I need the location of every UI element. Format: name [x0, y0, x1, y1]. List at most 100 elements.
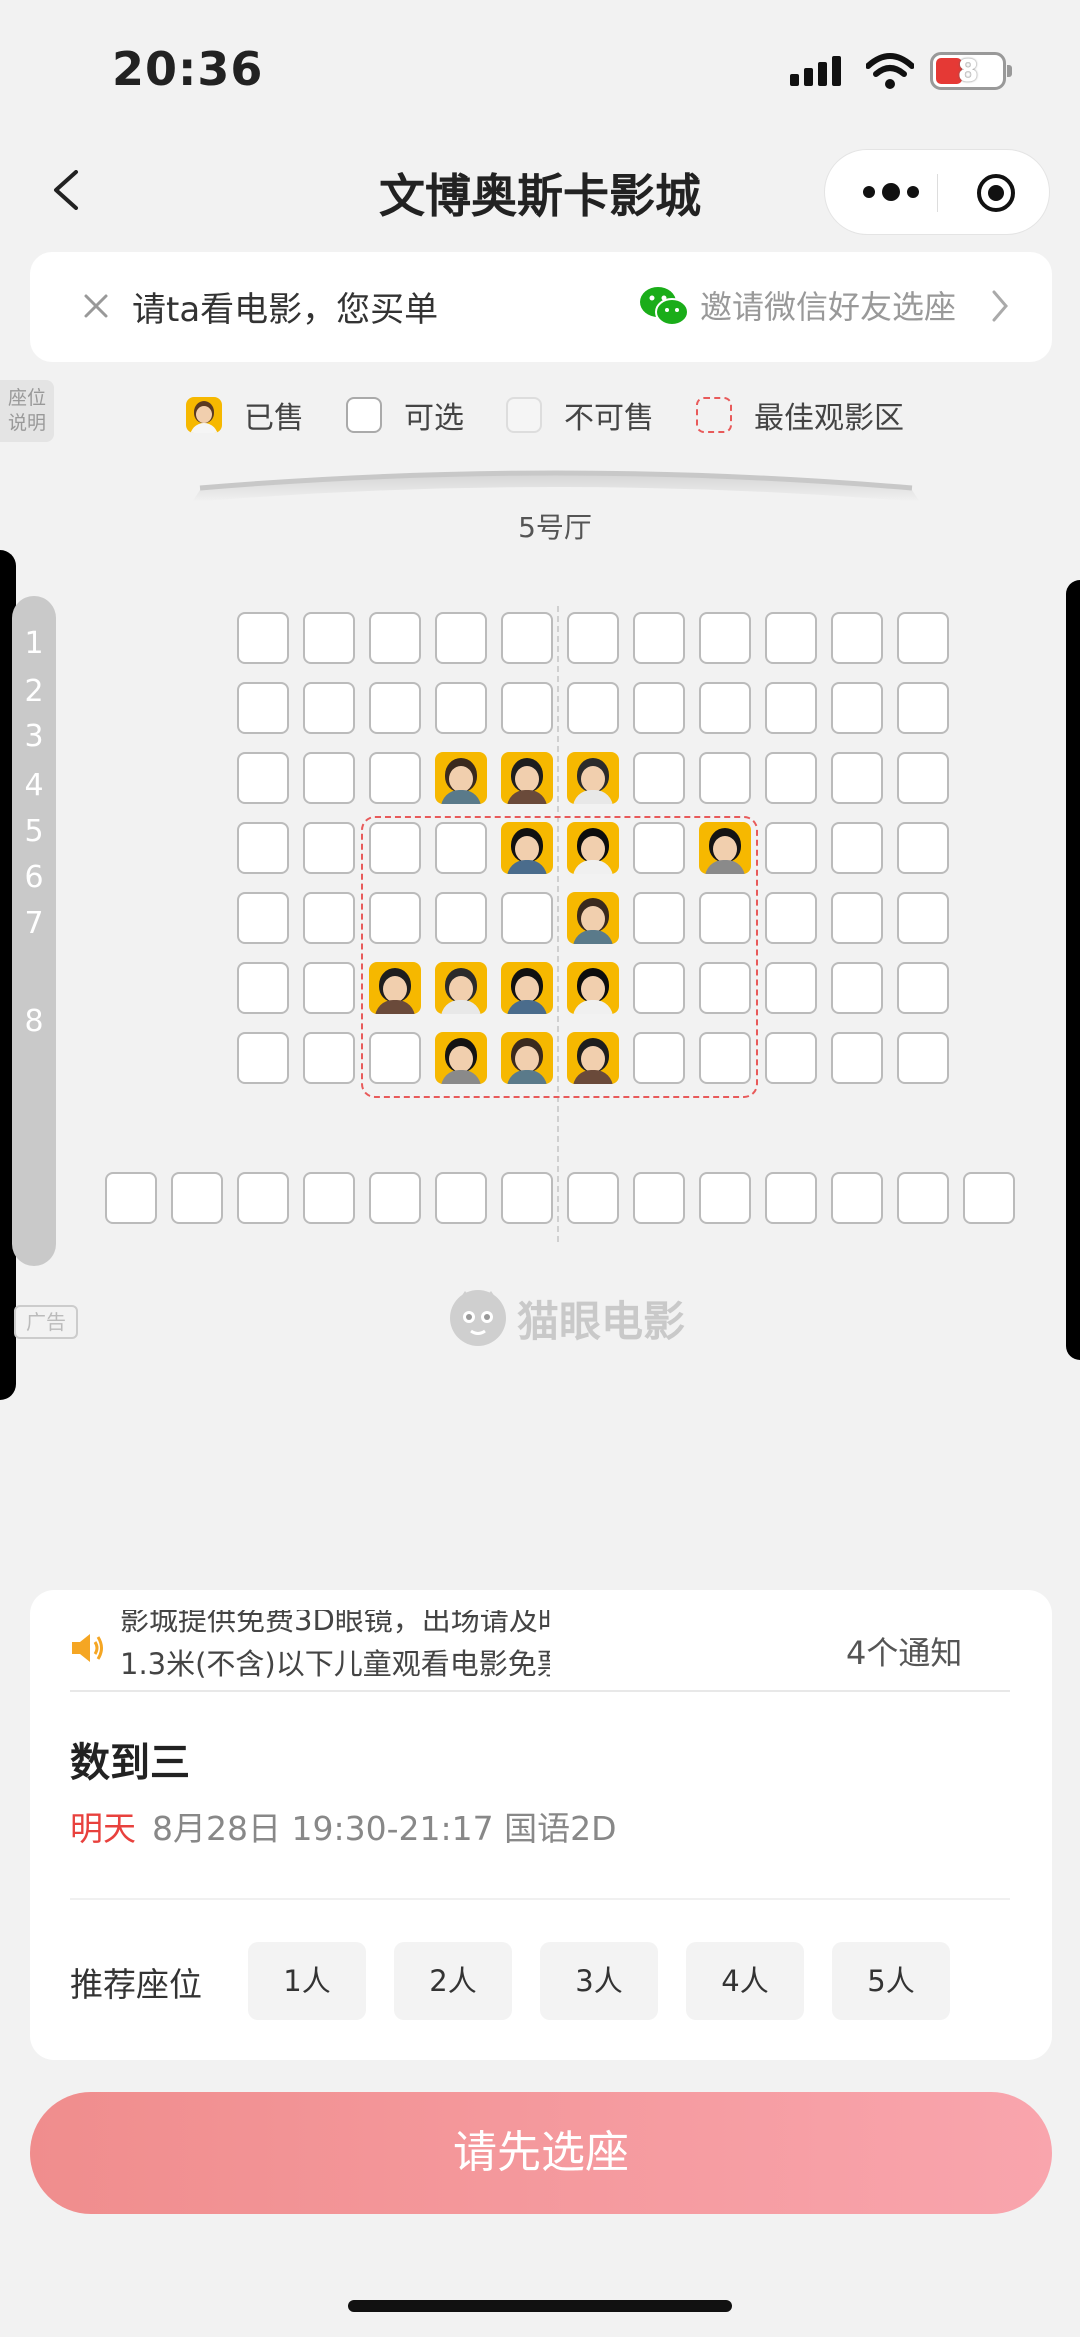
available-seat[interactable]	[633, 612, 685, 664]
close-miniprogram-icon[interactable]	[975, 172, 1017, 214]
available-seat[interactable]	[237, 1032, 289, 1084]
invite-friends-link[interactable]: 邀请微信好友选座	[700, 282, 956, 328]
available-seat[interactable]	[699, 962, 751, 1014]
avatar-face	[581, 836, 605, 862]
available-seat[interactable]	[831, 892, 883, 944]
available-seat[interactable]	[303, 1172, 355, 1224]
available-seat[interactable]	[237, 1172, 289, 1224]
avatar-face	[515, 766, 539, 792]
available-seat[interactable]	[765, 1172, 817, 1224]
notice-bar[interactable]: 影城提供免费3D眼镜，出场请及时归还。 1.3米(不含)以下儿童观看电影免票无座…	[70, 1610, 1020, 1686]
available-seat[interactable]	[831, 1172, 883, 1224]
available-seat[interactable]	[237, 962, 289, 1014]
available-seat[interactable]	[567, 1172, 619, 1224]
available-seat[interactable]	[105, 1172, 157, 1224]
available-seat[interactable]	[303, 1032, 355, 1084]
available-seat[interactable]	[369, 682, 421, 734]
available-seat[interactable]	[303, 612, 355, 664]
available-seat[interactable]	[831, 1032, 883, 1084]
available-seat[interactable]	[501, 1172, 553, 1224]
available-seat[interactable]	[699, 752, 751, 804]
available-seat[interactable]	[897, 682, 949, 734]
row-number: 1	[24, 626, 44, 661]
available-seat[interactable]	[897, 892, 949, 944]
available-seat[interactable]	[567, 682, 619, 734]
available-seat[interactable]	[237, 892, 289, 944]
home-indicator	[348, 2300, 732, 2312]
available-seat[interactable]	[765, 892, 817, 944]
available-seat[interactable]	[567, 612, 619, 664]
available-seat[interactable]	[897, 612, 949, 664]
available-seat[interactable]	[369, 1032, 421, 1084]
available-seat[interactable]	[633, 962, 685, 1014]
available-seat[interactable]	[435, 1172, 487, 1224]
available-seat[interactable]	[633, 682, 685, 734]
available-seat[interactable]	[897, 1032, 949, 1084]
available-seat[interactable]	[897, 1172, 949, 1224]
avatar-body	[441, 1070, 481, 1084]
available-seat[interactable]	[237, 822, 289, 874]
chevron-right-icon	[992, 290, 1008, 322]
recommend-1-button[interactable]: 1人	[248, 1942, 366, 2020]
available-seat[interactable]	[501, 892, 553, 944]
available-seat[interactable]	[369, 892, 421, 944]
more-icon[interactable]	[855, 172, 927, 212]
available-seat[interactable]	[765, 822, 817, 874]
available-seat[interactable]	[699, 892, 751, 944]
available-seat[interactable]	[633, 1032, 685, 1084]
available-seat[interactable]	[171, 1172, 223, 1224]
close-icon[interactable]	[74, 284, 118, 328]
available-seat[interactable]	[501, 682, 553, 734]
available-seat[interactable]	[699, 682, 751, 734]
available-seat[interactable]	[303, 962, 355, 1014]
available-seat[interactable]	[765, 752, 817, 804]
available-seat[interactable]	[633, 822, 685, 874]
recommend-2-button[interactable]: 2人	[394, 1942, 512, 2020]
sold-seat	[435, 1032, 487, 1084]
available-seat[interactable]	[435, 822, 487, 874]
available-seat[interactable]	[831, 612, 883, 664]
available-seat[interactable]	[831, 682, 883, 734]
available-seat[interactable]	[303, 892, 355, 944]
available-seat[interactable]	[369, 612, 421, 664]
available-seat[interactable]	[831, 752, 883, 804]
available-seat[interactable]	[633, 892, 685, 944]
available-seat[interactable]	[897, 822, 949, 874]
available-seat[interactable]	[237, 682, 289, 734]
available-seat[interactable]	[435, 892, 487, 944]
available-seat[interactable]	[633, 1172, 685, 1224]
notice-count[interactable]: 4个通知	[846, 1628, 962, 1674]
available-seat[interactable]	[237, 752, 289, 804]
available-seat[interactable]	[897, 962, 949, 1014]
available-seat[interactable]	[237, 612, 289, 664]
available-seat[interactable]	[963, 1172, 1015, 1224]
notice-line-1: 影城提供免费3D眼镜，出场请及时归还。	[120, 1610, 550, 1637]
seat-legend-tab[interactable]: 座位说明	[0, 380, 54, 442]
available-seat[interactable]	[435, 682, 487, 734]
available-seat[interactable]	[765, 962, 817, 1014]
row-number: 5	[24, 814, 44, 849]
recommend-3-button[interactable]: 3人	[540, 1942, 658, 2020]
available-seat[interactable]	[699, 1032, 751, 1084]
available-seat[interactable]	[765, 1032, 817, 1084]
available-seat[interactable]	[303, 822, 355, 874]
available-seat[interactable]	[699, 612, 751, 664]
available-seat[interactable]	[699, 1172, 751, 1224]
available-seat[interactable]	[633, 752, 685, 804]
available-seat[interactable]	[897, 752, 949, 804]
available-seat[interactable]	[303, 682, 355, 734]
available-seat[interactable]	[831, 962, 883, 1014]
available-seat[interactable]	[831, 822, 883, 874]
recommend-4-button[interactable]: 4人	[686, 1942, 804, 2020]
available-seat[interactable]	[369, 752, 421, 804]
available-seat[interactable]	[435, 612, 487, 664]
available-seat[interactable]	[369, 1172, 421, 1224]
select-seat-button[interactable]: 请先选座	[30, 2092, 1052, 2214]
available-seat[interactable]	[369, 822, 421, 874]
recommend-5-button[interactable]: 5人	[832, 1942, 950, 2020]
available-seat[interactable]	[303, 752, 355, 804]
available-seat[interactable]	[501, 612, 553, 664]
available-seat[interactable]	[765, 612, 817, 664]
invite-banner[interactable]: 请ta看电影，您买单 邀请微信好友选座	[30, 252, 1052, 362]
available-seat[interactable]	[765, 682, 817, 734]
